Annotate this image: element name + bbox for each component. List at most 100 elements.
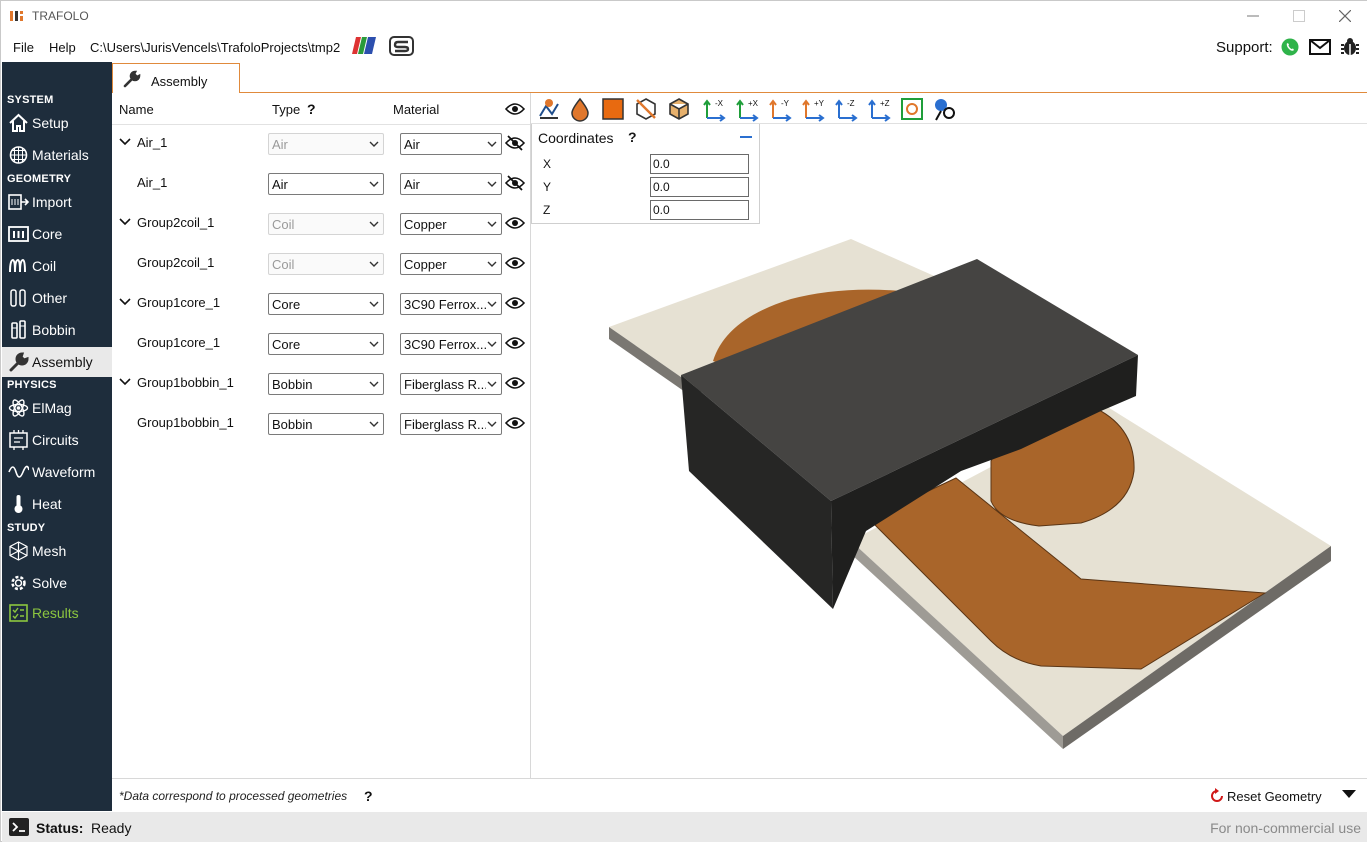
probe-tool-icon[interactable] [932,96,958,122]
sidebar-item-heat[interactable]: Heat [2,489,112,519]
type-help-button[interactable]: ? [307,101,316,117]
expand-chevron-icon[interactable] [119,218,131,226]
material-select[interactable]: Fiberglass R... [400,373,502,395]
chevron-down-icon [487,381,497,387]
table-row[interactable]: Group2coil_1 Coil Copper [112,244,530,284]
coordinates-help-button[interactable]: ? [628,129,637,145]
results-icon [9,604,28,622]
reset-geometry-button[interactable]: Reset Geometry [1209,786,1334,808]
close-button[interactable] [1322,3,1367,29]
type-select[interactable]: Air [268,173,384,195]
material-select[interactable]: Fiberglass R... [400,413,502,435]
view-axis-minus-z-button[interactable]: -Z [833,96,859,122]
material-select[interactable]: 3C90 Ferrox... [400,333,502,355]
material-select[interactable]: Copper [400,253,502,275]
coord-y-input[interactable]: 0.0 [650,177,749,197]
sidebar-item-circuits[interactable]: Circuits [2,425,112,455]
type-select[interactable]: Bobbin [268,413,384,435]
expand-chevron-icon[interactable] [119,298,131,306]
sidebar-item-coil[interactable]: Coil [2,251,112,281]
coord-z-input[interactable]: 0.0 [650,200,749,220]
type-select[interactable]: Core [268,333,384,355]
column-header-name: Name [119,102,154,117]
table-row[interactable]: Air_1 Air Air [112,124,530,164]
material-select[interactable]: Air [400,133,502,155]
view-axis-plusminus-z-button[interactable]: +Z [866,96,892,122]
section-system: SYSTEM [7,94,54,106]
type-select[interactable]: Core [268,293,384,315]
type-select[interactable]: Bobbin [268,373,384,395]
table-row[interactable]: Group2coil_1 Coil Copper [112,204,530,244]
view-axis-plusminus-x-button[interactable]: +X [734,96,760,122]
sidebar-item-elmag[interactable]: ElMag [2,393,112,423]
eye-off-icon[interactable] [505,135,525,151]
sidebar-item-solve[interactable]: Solve [2,568,112,598]
menu-file[interactable]: File [13,40,34,55]
view-axis-plusminus-y-button[interactable]: +Y [800,96,826,122]
select-tool-icon[interactable] [536,96,562,122]
menu-bar: File Help C:\Users\JurisVencels\TrafoloP… [1,31,1367,62]
eye-icon[interactable] [505,335,525,351]
tab-strip: Assembly [112,62,1367,93]
eye-icon[interactable] [505,215,525,231]
coil-icon [9,258,26,273]
isometric-view-icon[interactable] [666,96,692,122]
row-name: Group2coil_1 [137,215,215,230]
eye-icon[interactable] [505,375,525,391]
sidebar-item-assembly[interactable]: Assembly [2,347,112,377]
whatsapp-icon[interactable] [1280,37,1302,57]
fit-view-icon[interactable] [899,96,925,122]
note-help-button[interactable]: ? [364,788,373,804]
view-axis-minus-x-button[interactable]: -X [701,96,727,122]
reset-icon [1211,788,1223,802]
type-value: Core [272,297,301,312]
status-value: Ready [91,820,132,836]
sidebar-item-other[interactable]: Other [2,283,112,313]
eye-icon[interactable] [505,295,525,311]
material-select[interactable]: Copper [400,213,502,235]
sidebar-item-bobbin[interactable]: Bobbin [2,315,112,345]
table-row[interactable]: Group1bobbin_1 Bobbin Fiberglass R... [112,364,530,404]
hide-geometry-icon[interactable] [633,96,659,122]
eye-icon[interactable] [505,255,525,271]
solid-view-icon[interactable] [600,96,626,122]
sidebar-item-materials[interactable]: Materials [2,140,112,170]
material-value: Copper [404,257,447,272]
coord-x-input[interactable]: 0.0 [650,154,749,174]
transformer-model[interactable] [531,224,1367,778]
eye-icon[interactable] [505,415,525,431]
table-row[interactable]: Group1bobbin_1 Bobbin Fiberglass R... [112,404,530,444]
terminal-icon[interactable] [8,817,30,837]
maximize-button[interactable] [1276,3,1322,29]
eye-off-icon[interactable] [505,175,525,191]
expand-chevron-icon[interactable] [119,138,131,146]
sidebar-item-core[interactable]: Core [2,219,112,249]
collapse-icon[interactable] [740,136,752,138]
row-name: Group1bobbin_1 [137,375,234,390]
minimize-button[interactable] [1230,3,1276,29]
eye-icon[interactable] [505,102,525,116]
sidebar-item-results[interactable]: Results [2,598,112,628]
view-axis-minus-y-button[interactable]: -Y [767,96,793,122]
material-select[interactable]: 3C90 Ferrox... [400,293,502,315]
material-select[interactable]: Air [400,173,502,195]
menu-help[interactable]: Help [49,40,76,55]
drop-tool-icon[interactable] [567,96,593,122]
project-path: C:\Users\JurisVencels\TrafoloProjects\tm… [90,40,341,55]
tab-assembly[interactable]: Assembly [112,63,240,93]
chevron-down-icon [487,221,497,227]
chevron-down-icon [369,381,379,387]
table-row[interactable]: Group1core_1 Core 3C90 Ferrox... [112,324,530,364]
sidebar-item-mesh[interactable]: Mesh [2,536,112,566]
sidebar-item-import[interactable]: Import [2,187,112,217]
3d-viewport[interactable]: -X +X -Y +Y -Z +Z Coordinates ? X 0.0 Y 0.0 Z… [531,93,1367,778]
chevron-down-icon[interactable] [1342,789,1356,799]
table-row[interactable]: Group1core_1 Core 3C90 Ferrox... [112,284,530,324]
sidebar-item-waveform[interactable]: Waveform [2,457,112,487]
sidebar-item-label: Assembly [32,354,93,370]
expand-chevron-icon[interactable] [119,378,131,386]
sidebar-item-setup[interactable]: Setup [2,108,112,138]
table-row[interactable]: Air_1 Air Air [112,164,530,204]
mail-icon[interactable] [1309,37,1331,57]
bug-icon[interactable] [1339,37,1361,57]
